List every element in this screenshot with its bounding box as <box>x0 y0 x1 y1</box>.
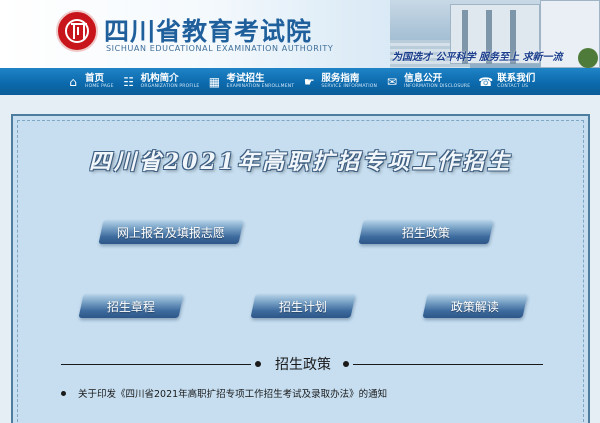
main-nav: ⌂ 首页 HOME PAGE ☷ 机构简介 ORGANIZATION PROFILE… <box>0 68 600 95</box>
phone-icon: ☎ <box>478 74 494 89</box>
button-label: 招生章程 <box>106 299 155 314</box>
button-label: 网上报名及填报志愿 <box>116 225 225 240</box>
plan-button[interactable]: 招生计划 <box>250 294 356 318</box>
nav-item-home[interactable]: ⌂ 首页 HOME PAGE <box>66 68 114 95</box>
nav-label: 机构简介 <box>140 72 179 84</box>
nav-label: 联系我们 <box>497 72 536 84</box>
site-header: 四川省教育考试院 SICHUAN EDUCATIONAL EXAMINATION… <box>0 0 600 68</box>
nav-label: 考试招生 <box>226 72 265 84</box>
online-register-button[interactable]: 网上报名及填报志愿 <box>98 220 244 244</box>
handshake-icon: ☛ <box>303 74 315 89</box>
policy-button[interactable]: 招生政策 <box>358 220 494 244</box>
section-heading: 招生政策 <box>61 354 543 374</box>
charter-button[interactable]: 招生章程 <box>78 294 184 318</box>
divider <box>353 364 543 365</box>
page-title: 四川省2021年高职扩招专项工作招生 <box>88 149 513 175</box>
home-icon: ⌂ <box>69 74 77 89</box>
nav-label-en: CONTACT US <box>497 84 529 89</box>
nav-item-disclosure[interactable]: ✉ 信息公开 INFORMATION DISCLOSURE <box>385 68 470 95</box>
bullet-dot-icon <box>255 361 261 367</box>
nav-label: 服务指南 <box>321 72 360 84</box>
interpretation-button[interactable]: 政策解读 <box>422 294 528 318</box>
nav-item-organization[interactable]: ☷ 机构简介 ORGANIZATION PROFILE <box>122 68 200 95</box>
nav-label: 首页 <box>85 72 105 84</box>
site-name: 四川省教育考试院 <box>104 17 313 46</box>
button-label: 招生计划 <box>278 299 327 314</box>
bullet-dot-icon <box>343 361 349 367</box>
list-item[interactable]: 关于印发《四川省2021年高职扩招专项工作招生考试及录取办法》的通知 <box>61 386 387 400</box>
nav-label-en: HOME PAGE <box>85 84 114 89</box>
news-link[interactable]: 关于印发《四川省2021年高职扩招专项工作招生考试及录取办法》的通知 <box>78 386 387 400</box>
nav-item-service[interactable]: ☛ 服务指南 SERVICE INFORMATION <box>302 68 377 95</box>
calendar-icon: ▦ <box>208 74 221 89</box>
envelope-icon: ✉ <box>387 74 398 89</box>
site-name-english: SICHUAN EDUCATIONAL EXAMINATION AUTHORIT… <box>106 44 334 53</box>
nav-label-en: SERVICE INFORMATION <box>321 84 378 89</box>
nav-label: 信息公开 <box>404 72 443 84</box>
section-title: 招生政策 <box>275 357 331 373</box>
nav-label-en: EXAMINATION ENROLLMENT <box>226 84 295 89</box>
button-label: 招生政策 <box>401 225 450 240</box>
header-slogan: 为国选才 公平科学 服务至上 求新一流 <box>392 52 563 63</box>
nav-item-contact[interactable]: ☎ 联系我们 CONTACT US <box>478 68 535 95</box>
main-panel: 四川省2021年高职扩招专项工作招生 网上报名及填报志愿 招生政策 招生章程 招… <box>11 114 590 423</box>
organization-icon: ☷ <box>123 74 135 89</box>
bullet-icon <box>61 390 66 396</box>
nav-label-en: INFORMATION DISCLOSURE <box>404 84 471 89</box>
divider <box>61 364 251 365</box>
news-list: 关于印发《四川省2021年高职扩招专项工作招生考试及录取办法》的通知 <box>61 386 387 400</box>
button-label: 政策解读 <box>450 299 499 314</box>
nav-item-exam-enrollment[interactable]: ▦ 考试招生 EXAMINATION ENROLLMENT <box>207 68 294 95</box>
nav-label-en: ORGANIZATION PROFILE <box>140 84 200 89</box>
logo-seal-icon[interactable] <box>56 10 98 52</box>
